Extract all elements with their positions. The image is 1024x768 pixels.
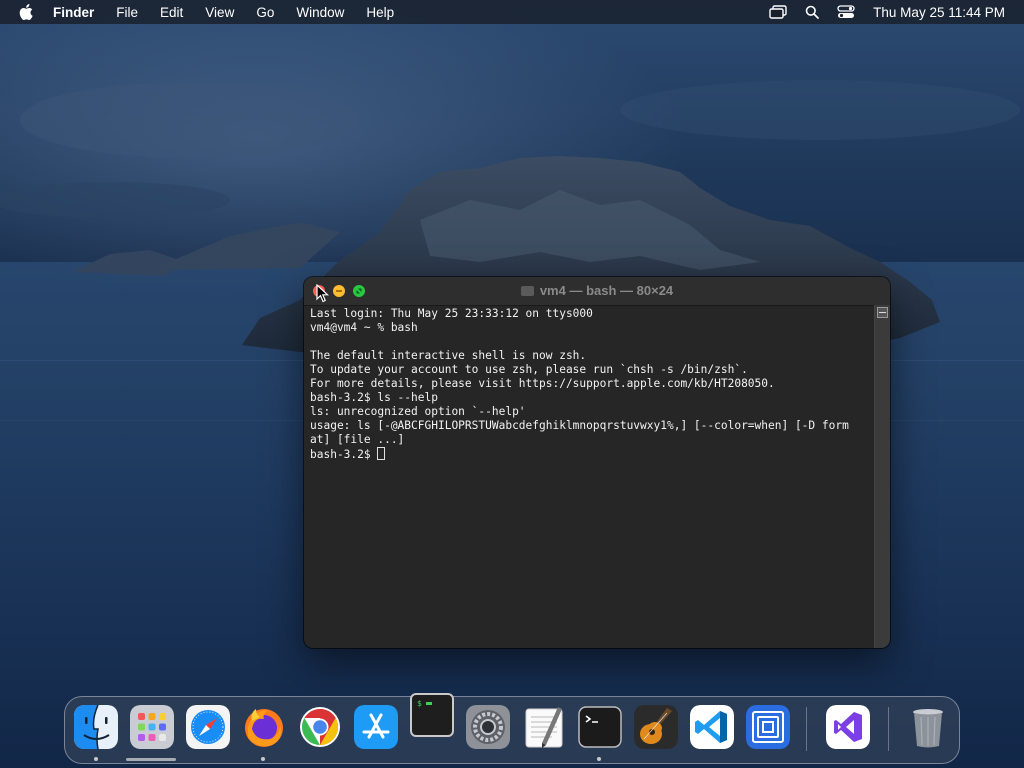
apple-logo-icon[interactable]: [18, 3, 36, 21]
dock-terminal-icon[interactable]: [578, 705, 622, 749]
dock-visual-studio-icon[interactable]: [826, 705, 870, 749]
dock-textedit-icon[interactable]: [522, 705, 566, 749]
terminal-scrollbar[interactable]: [874, 305, 890, 648]
terminal-title-text: vm4 — bash — 80×24: [539, 283, 674, 298]
dock-separator: [888, 707, 889, 751]
terminal-line: For more details, please visit https://s…: [310, 377, 775, 390]
menu-bar-clock[interactable]: Thu May 25 11:44 PM: [873, 5, 1005, 20]
terminal-line: To update your account to use zsh, pleas…: [310, 363, 748, 376]
terminal-cursor: [377, 447, 386, 460]
scrollbar-split-button[interactable]: [877, 307, 888, 318]
terminal-line: ls: unrecognized option `--help': [310, 405, 526, 418]
menu-window[interactable]: Window: [296, 5, 344, 20]
dock-trash-icon[interactable]: [906, 705, 950, 749]
menu-file[interactable]: File: [116, 5, 138, 20]
control-center-icon[interactable]: [837, 5, 855, 19]
dock-finder-icon[interactable]: [74, 705, 118, 749]
mouse-pointer-icon: [316, 284, 330, 303]
terminal-line: The default interactive shell is now zsh…: [310, 349, 587, 362]
menu-app-name[interactable]: Finder: [53, 5, 94, 20]
dock-app-store-icon[interactable]: [354, 705, 398, 749]
menu-bar: Finder File Edit View Go Window Help Thu…: [0, 0, 1024, 24]
terminal-line: Last login: Thu May 25 23:33:12 on ttys0…: [310, 307, 593, 320]
terminal-window[interactable]: vm4 — bash — 80×24 Last login: Thu May 2…: [304, 277, 890, 648]
terminal-prompt: bash-3.2$: [310, 448, 378, 461]
terminal-output[interactable]: Last login: Thu May 25 23:33:12 on ttys0…: [310, 307, 876, 642]
terminal-line: vm4@vm4 ~ % bash: [310, 321, 418, 334]
dock-firefox-icon[interactable]: [242, 705, 286, 749]
dock-vscode-icon[interactable]: [690, 705, 734, 749]
dock-system-preferences-icon[interactable]: [466, 705, 510, 749]
dock-garageband-icon[interactable]: [634, 705, 678, 749]
terminal-prompt-line: bash-3.2$: [310, 447, 876, 461]
running-indicator: [94, 757, 98, 761]
spotlight-search-icon[interactable]: [805, 5, 820, 19]
dock-safari-icon[interactable]: [186, 705, 230, 749]
terminal-line: at] [file ...]: [310, 433, 405, 446]
dock-simulator-icon[interactable]: [746, 705, 790, 749]
terminal-popup-prompt: $: [417, 699, 422, 708]
terminal-titlebar[interactable]: vm4 — bash — 80×24: [304, 277, 890, 306]
menu-edit[interactable]: Edit: [160, 5, 183, 20]
dock-launchpad-icon[interactable]: [130, 705, 174, 749]
running-indicator: [597, 757, 601, 761]
running-indicator: [261, 757, 265, 761]
terminal-line: bash-3.2$ ls --help: [310, 391, 438, 404]
menu-go[interactable]: Go: [256, 5, 274, 20]
menu-help[interactable]: Help: [366, 5, 394, 20]
terminal-line: usage: ls [-@ABCFGHILOPRSTUWabcdefghiklm…: [310, 419, 849, 432]
terminal-title: vm4 — bash — 80×24: [304, 277, 890, 305]
screen-mirroring-icon[interactable]: [769, 5, 787, 19]
menu-view[interactable]: View: [205, 5, 234, 20]
dock-terminal-popup: $: [410, 693, 454, 737]
menu-bar-status-area: Thu May 25 11:44 PM: [751, 0, 1005, 24]
dock-separator: [806, 707, 807, 751]
folder-icon: [520, 286, 534, 296]
dock-chrome-icon[interactable]: [298, 705, 342, 749]
dock-scroll-indicator: [126, 758, 176, 761]
